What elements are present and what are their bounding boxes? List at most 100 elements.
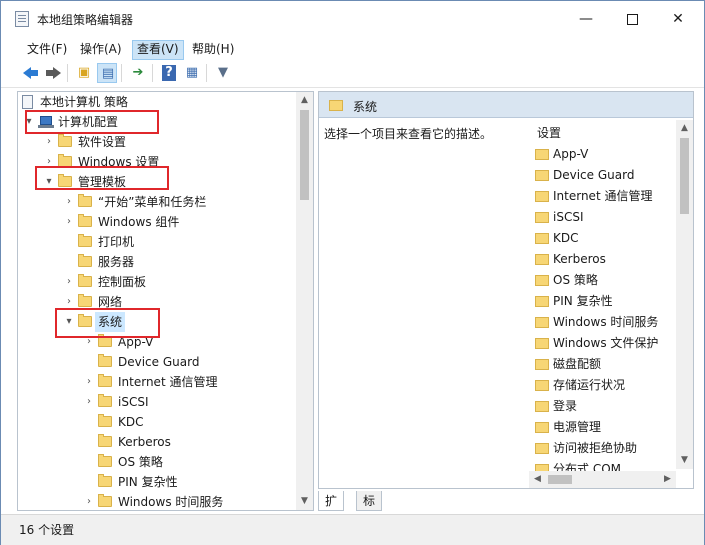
list-item-label: 磁盘配额 [553, 357, 602, 371]
tree-item-label: OS 策略 [118, 455, 163, 469]
chevron-right-icon[interactable]: › [64, 292, 74, 312]
scroll-thumb[interactable] [300, 110, 309, 200]
folder-icon [535, 296, 549, 307]
up-folder-button[interactable]: ▣ [74, 63, 94, 83]
tree-item-label: 系统 [95, 312, 126, 332]
folder-icon [98, 374, 112, 387]
show-hide-tree-button[interactable]: ▤ [97, 63, 117, 83]
tree-item-label: Windows 时间服务 [118, 495, 224, 509]
minimize-icon: — [579, 11, 593, 27]
tree-item-label: 本地计算机 策略 [40, 95, 128, 109]
settings-column-header[interactable]: 设置 [537, 124, 561, 141]
scroll-thumb[interactable] [548, 475, 572, 484]
chevron-right-icon[interactable]: › [84, 332, 94, 352]
show-hide-tree-icon: ▤ [101, 66, 115, 81]
chevron-down-icon[interactable]: ▾ [44, 172, 54, 192]
status-text: 16 个设置 [19, 523, 75, 537]
properties-icon: ▦ [185, 65, 199, 80]
policy-tree[interactable]: 本地计算机 策略 ▾ 计算机配置 › 软件设置 › Windows 设置 ▾ 管… [17, 91, 314, 511]
chevron-right-icon[interactable]: › [44, 132, 54, 152]
folder-icon [58, 174, 72, 187]
tab-extended[interactable]: 扩展 [318, 491, 345, 528]
folder-icon [98, 394, 112, 407]
list-item-label: Device Guard [553, 168, 635, 182]
export-list-icon: ➔ [132, 65, 144, 80]
maximize-button[interactable] [609, 1, 655, 37]
back-button[interactable] [21, 63, 41, 83]
toolbar-separator [206, 64, 207, 82]
list-scrollbar[interactable]: ▲ ▼ [676, 120, 693, 469]
tree-item-label: Internet 通信管理 [118, 375, 218, 389]
tab-standard[interactable]: 标准 [356, 491, 383, 528]
folder-icon [535, 359, 549, 370]
scroll-right-icon[interactable]: ▶ [659, 471, 676, 488]
folder-icon [78, 274, 92, 287]
folder-icon [78, 234, 92, 247]
filter-button[interactable]: ▼ [213, 63, 233, 83]
list-item-label: KDC [553, 231, 579, 245]
chevron-right-icon[interactable]: › [84, 392, 94, 412]
menu-help[interactable]: 帮助(H) [188, 40, 238, 58]
menu-action[interactable]: 操作(A) [76, 40, 126, 58]
folder-icon [78, 254, 92, 267]
scroll-thumb[interactable] [680, 138, 689, 214]
list-item-label: Windows 时间服务 [553, 315, 659, 329]
chevron-right-icon[interactable]: › [64, 192, 74, 212]
folder-icon [98, 354, 112, 367]
folder-icon [78, 294, 92, 307]
forward-icon [46, 67, 61, 79]
tree-item-label: Windows 组件 [98, 215, 180, 229]
folder-icon [535, 401, 549, 412]
list-item-label: iSCSI [553, 210, 584, 224]
settings-list[interactable]: 设置 App-V Device Guard Internet 通信管理 iSCSI KD… [529, 120, 693, 488]
list-item-label: 登录 [553, 399, 578, 413]
help-button[interactable]: ? [159, 63, 179, 83]
chevron-right-icon[interactable]: › [84, 492, 94, 510]
window-title: 本地组策略编辑器 [37, 13, 134, 27]
folder-icon [535, 422, 549, 433]
back-icon [23, 67, 38, 79]
chevron-down-icon[interactable]: ▾ [64, 312, 74, 332]
close-button[interactable]: ✕ [655, 1, 701, 37]
folder-icon [58, 134, 72, 147]
status-bar: 16 个设置 [1, 514, 704, 545]
folder-icon [98, 434, 112, 447]
chevron-right-icon[interactable]: › [64, 212, 74, 232]
minimize-button[interactable]: — [563, 1, 609, 37]
properties-button[interactable]: ▦ [182, 63, 202, 83]
tree-scrollbar[interactable]: ▲ ▼ [296, 92, 313, 510]
description-text: 选择一个项目来查看它的描述。 [324, 127, 493, 141]
scroll-up-icon[interactable]: ▲ [296, 92, 313, 109]
menu-file[interactable]: 文件(F) [23, 40, 71, 58]
scroll-down-icon[interactable]: ▼ [676, 452, 693, 469]
scroll-down-icon[interactable]: ▼ [296, 493, 313, 510]
list-item-label: App-V [553, 147, 589, 161]
folder-icon [98, 494, 112, 507]
menu-view[interactable]: 查看(V) [132, 40, 184, 60]
detail-header: 系统 [319, 92, 693, 118]
scroll-up-icon[interactable]: ▲ [676, 120, 693, 137]
list-hscrollbar[interactable]: ◀ ▶ [529, 471, 676, 488]
folder-icon [535, 275, 549, 286]
chevron-right-icon[interactable]: › [44, 152, 54, 172]
chevron-right-icon[interactable]: › [84, 372, 94, 392]
tree-item-label: 打印机 [98, 235, 135, 249]
list-item-label: OS 策略 [553, 273, 598, 287]
tree-item-label: App-V [118, 335, 154, 349]
folder-icon [535, 338, 549, 349]
folder-icon [98, 454, 112, 467]
scroll-left-icon[interactable]: ◀ [529, 471, 546, 488]
tree-item-label: 软件设置 [78, 135, 127, 149]
folder-icon [98, 414, 112, 427]
export-list-button[interactable]: ➔ [128, 63, 148, 83]
policy-editor-icon [15, 11, 29, 27]
folder-icon [98, 474, 112, 487]
chevron-right-icon[interactable]: › [64, 272, 74, 292]
forward-button[interactable] [43, 63, 63, 83]
chevron-down-icon[interactable]: ▾ [24, 112, 34, 132]
help-icon: ? [162, 65, 176, 81]
list-item-label: Kerberos [553, 252, 606, 266]
tree-item-label: “开始”菜单和任务栏 [98, 195, 207, 209]
folder-icon [78, 314, 92, 327]
detail-title: 系统 [353, 100, 378, 114]
